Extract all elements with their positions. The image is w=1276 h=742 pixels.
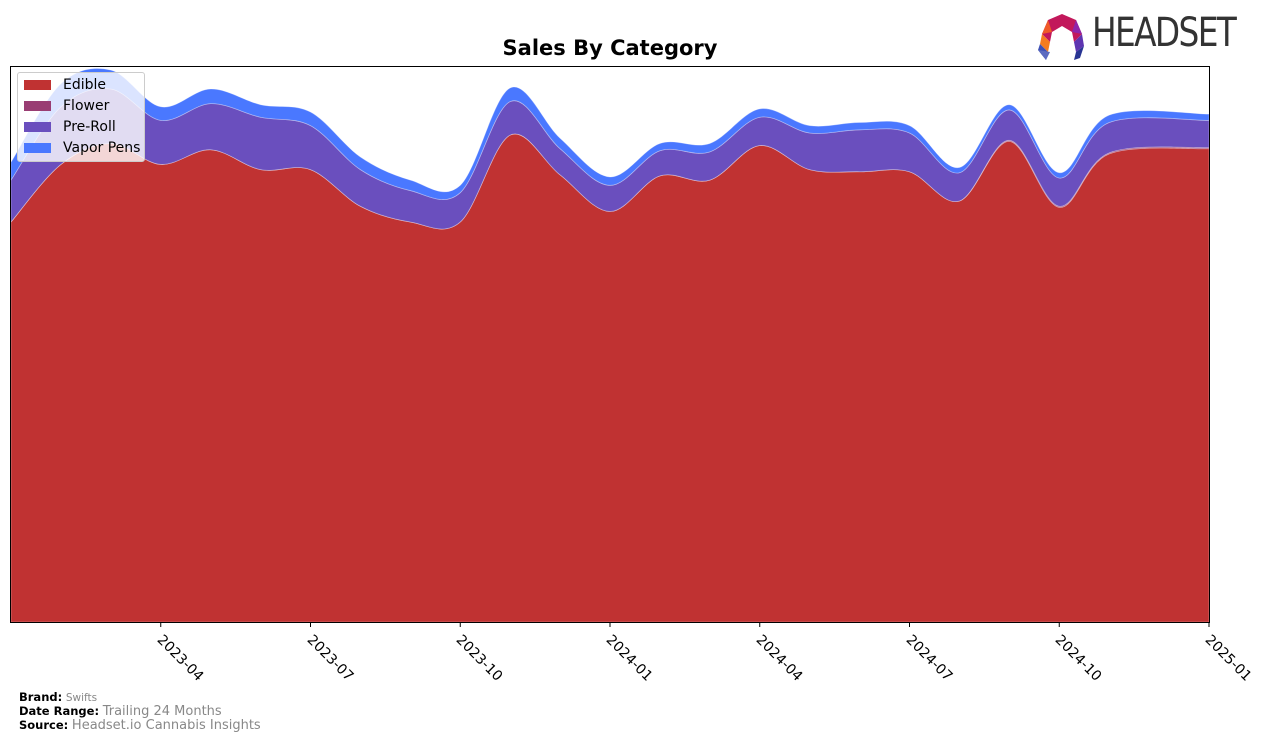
- legend-label-pre-roll: Pre-Roll: [63, 119, 116, 135]
- legend-swatch-vapor-pens: [24, 143, 51, 153]
- legend-item-edible: Edible: [24, 76, 106, 94]
- footer-date-range: Date Range: Trailing 24 Months: [19, 704, 222, 719]
- legend-swatch-pre-roll: [24, 122, 51, 132]
- legend-item-flower: Flower: [24, 97, 109, 115]
- legend-swatch-flower: [24, 101, 51, 111]
- footer-brand: Brand: Swifts: [19, 690, 97, 704]
- legend-label-edible: Edible: [63, 77, 107, 93]
- footer-source: Source: Headset.io Cannabis Insights: [19, 718, 261, 733]
- legend: Edible Flower Pre-Roll Vapor Pens: [17, 72, 145, 162]
- area-layers: [10, 68, 1210, 623]
- date-range-value: Trailing 24 Months: [102, 704, 222, 719]
- legend-item-pre-roll: Pre-Roll: [24, 118, 116, 136]
- legend-item-vapor-pens: Vapor Pens: [24, 139, 140, 157]
- date-range-label: Date Range:: [19, 704, 100, 718]
- legend-label-vapor-pens: Vapor Pens: [63, 140, 141, 156]
- brand-value: Swifts: [65, 692, 98, 704]
- chart-plot: [10, 66, 1210, 627]
- legend-swatch-edible: [24, 80, 51, 90]
- source-value: Headset.io Cannabis Insights: [71, 718, 261, 733]
- source-label: Source:: [19, 718, 69, 732]
- legend-label-flower: Flower: [63, 98, 110, 114]
- brand-label: Brand:: [19, 690, 63, 704]
